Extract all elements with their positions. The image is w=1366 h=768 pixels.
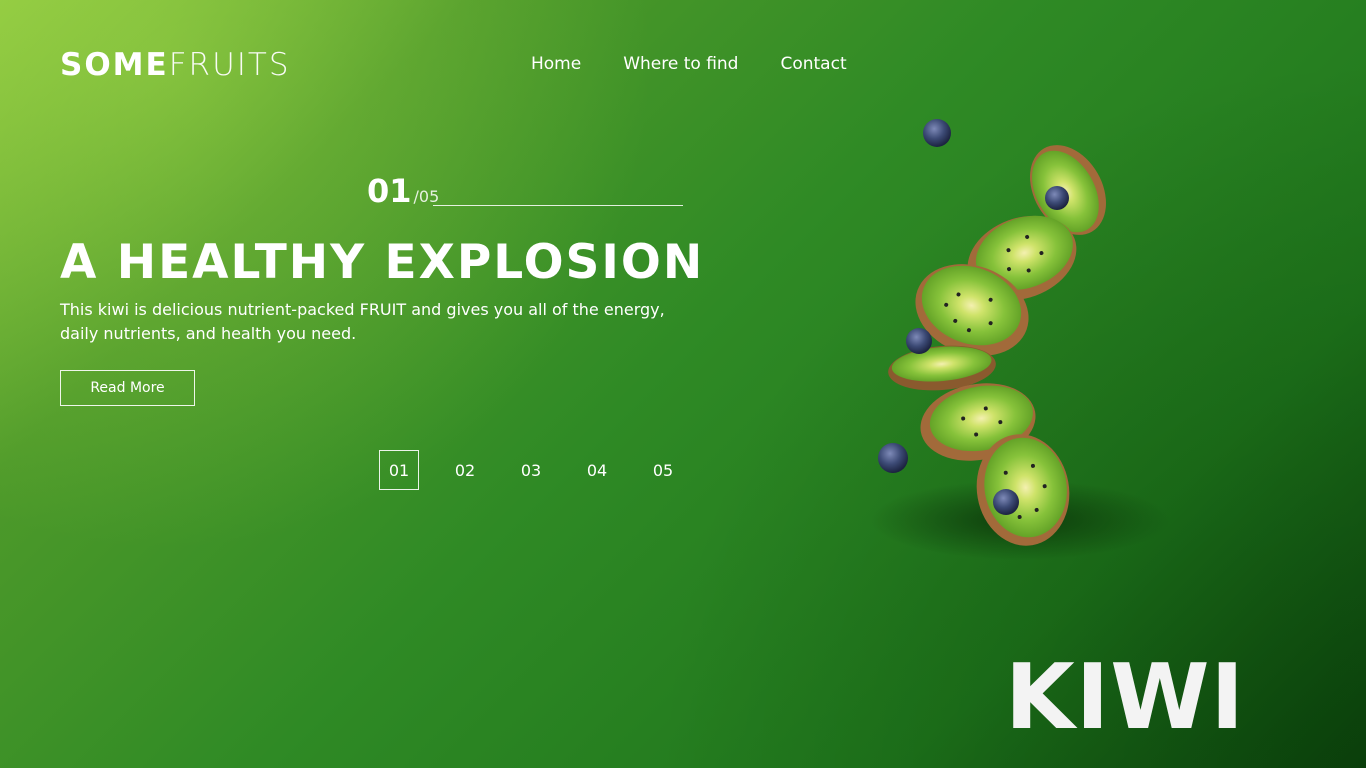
nav-home[interactable]: Home bbox=[531, 53, 581, 75]
pagination-item-02[interactable]: 02 bbox=[445, 450, 485, 490]
blueberry-4 bbox=[878, 443, 908, 473]
brand-logo-bold: SOME bbox=[60, 47, 169, 83]
slide-counter: 01 /05 bbox=[367, 172, 439, 210]
slide-counter-current: 01 bbox=[367, 172, 412, 210]
hero-description: This kiwi is delicious nutrient-packed F… bbox=[60, 300, 665, 343]
blueberry-3 bbox=[906, 328, 932, 354]
brand-logo-light: FRUITS bbox=[168, 47, 291, 83]
nav-contact[interactable]: Contact bbox=[780, 53, 846, 75]
pagination-item-05[interactable]: 05 bbox=[643, 450, 683, 490]
pagination-item-01[interactable]: 01 bbox=[379, 450, 419, 490]
main-nav: Home Where to find Contact bbox=[531, 53, 847, 75]
kiwi-slices-image bbox=[870, 119, 1170, 560]
hero-headline: A HEALTHY EXPLOSION bbox=[60, 235, 705, 290]
nav-where-to-find[interactable]: Where to find bbox=[623, 53, 738, 75]
blueberry-5 bbox=[993, 489, 1019, 515]
slide-counter-total: /05 bbox=[413, 187, 440, 206]
read-more-button[interactable]: Read More bbox=[60, 370, 195, 406]
blueberry-1 bbox=[923, 119, 951, 147]
pagination-item-03[interactable]: 03 bbox=[511, 450, 551, 490]
slide-pagination: 01 02 03 04 05 bbox=[379, 450, 709, 490]
kiwi-illustration bbox=[860, 110, 1180, 580]
brand-logo[interactable]: SOMEFRUITS bbox=[60, 46, 291, 84]
slide-counter-divider bbox=[433, 205, 683, 206]
fruit-name-title: KIWI bbox=[1005, 645, 1245, 750]
blueberry-2 bbox=[1045, 186, 1069, 210]
pagination-item-04[interactable]: 04 bbox=[577, 450, 617, 490]
